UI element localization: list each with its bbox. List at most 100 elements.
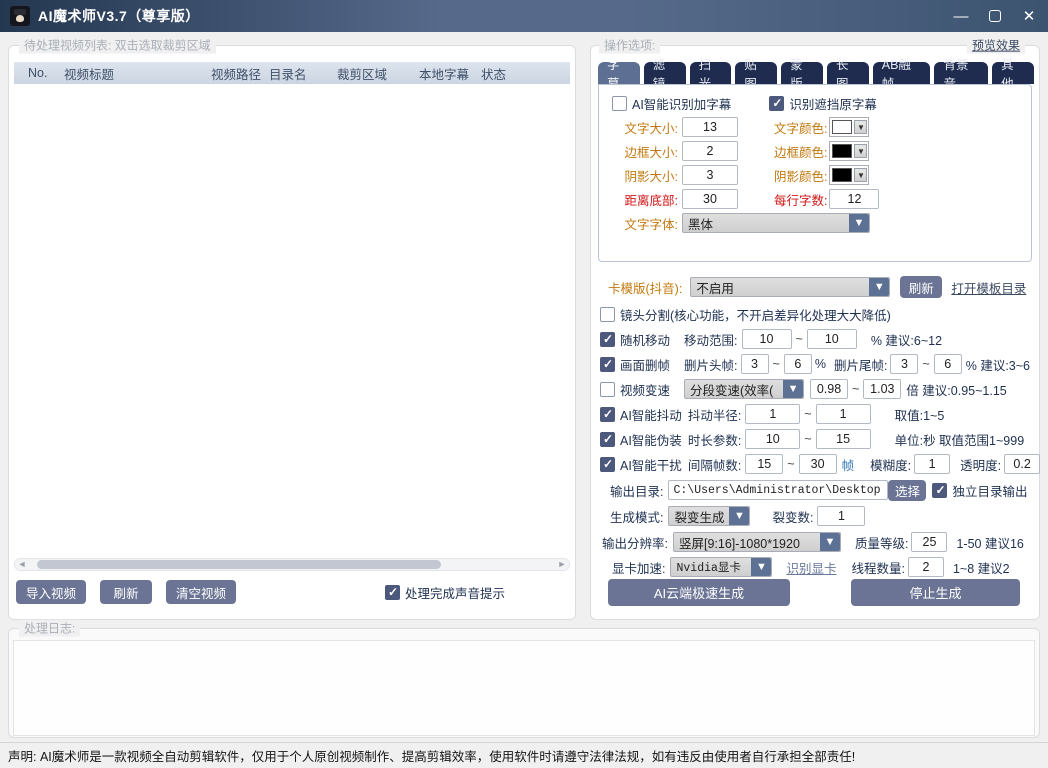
- scroll-thumb[interactable]: [37, 560, 441, 569]
- tab-mask[interactable]: 蒙版: [781, 62, 823, 84]
- del-tail-label: 删片尾帧:: [834, 355, 887, 374]
- lens-split-checkbox[interactable]: 镜头分割(核心功能，不开启差异化处理大大降低): [600, 303, 891, 325]
- speed-change-checkbox-box[interactable]: [600, 382, 615, 397]
- chevron-down-icon[interactable]: ▼: [854, 144, 867, 158]
- scroll-left-icon[interactable]: ◄: [15, 559, 29, 570]
- ai-interfere-checkbox[interactable]: AI智能干扰: [600, 455, 682, 474]
- sound-alert-checkbox[interactable]: 处理完成声音提示: [385, 581, 505, 603]
- refresh-list-button[interactable]: 刷新: [100, 580, 152, 604]
- tab-sticker[interactable]: 贴图: [735, 62, 777, 84]
- jitter-min-input[interactable]: [745, 404, 800, 424]
- font-size-input[interactable]: [682, 117, 738, 137]
- del-tail-max-input[interactable]: [934, 354, 962, 374]
- cloud-generate-button[interactable]: AI云端极速生成: [608, 579, 790, 606]
- tab-sweep-light[interactable]: 扫光: [690, 62, 732, 84]
- tab-subtitle[interactable]: 字幕: [598, 62, 640, 84]
- split-count-input[interactable]: [817, 506, 865, 526]
- chevron-down-icon[interactable]: ▼: [751, 558, 771, 576]
- ai-interfere-checkbox-box[interactable]: [600, 457, 615, 472]
- bottom-distance-input[interactable]: [682, 189, 738, 209]
- chevron-down-icon[interactable]: ▼: [849, 214, 869, 232]
- tab-ab-blend[interactable]: AB融帧: [873, 62, 931, 84]
- import-video-button[interactable]: 导入视频: [16, 580, 86, 604]
- template-refresh-button[interactable]: 刷新: [900, 276, 942, 298]
- ai-disguise-checkbox[interactable]: AI智能伪装: [600, 430, 682, 449]
- tab-filter[interactable]: 滤镜: [644, 62, 686, 84]
- open-template-dir-link[interactable]: 打开模板目录: [951, 278, 1026, 297]
- quality-input[interactable]: [911, 532, 947, 552]
- del-head-min-input[interactable]: [741, 354, 769, 374]
- del-head-max-input[interactable]: [784, 354, 812, 374]
- jitter-max-input[interactable]: [816, 404, 871, 424]
- font-family-select[interactable]: 黑体 ▼: [682, 213, 870, 233]
- chevron-down-icon[interactable]: ▼: [783, 380, 803, 398]
- speed-max-input[interactable]: [863, 379, 901, 399]
- shadow-color-select[interactable]: ▼: [829, 165, 869, 185]
- move-range-min-input[interactable]: [742, 329, 792, 349]
- frame-delete-hint: % 建议:3~6: [966, 355, 1030, 374]
- border-size-input[interactable]: [682, 141, 738, 161]
- video-list-body[interactable]: [14, 84, 570, 554]
- gpu-select[interactable]: Nvidia显卡 ▼: [670, 557, 772, 577]
- font-color-select[interactable]: ▼: [829, 117, 869, 137]
- chevron-down-icon[interactable]: ▼: [729, 507, 749, 525]
- chars-per-line-input[interactable]: [829, 189, 879, 209]
- font-family-value: 黑体: [683, 214, 849, 233]
- chevron-down-icon[interactable]: ▼: [854, 120, 867, 134]
- card-template-select[interactable]: 不启用 ▼: [690, 277, 890, 297]
- horizontal-scrollbar[interactable]: ◄ ►: [14, 558, 570, 571]
- choose-dir-button[interactable]: 选择: [888, 480, 926, 501]
- resolution-label: 输出分辨率:: [602, 533, 668, 552]
- del-tail-min-input[interactable]: [890, 354, 918, 374]
- close-icon[interactable]: ✕: [1020, 7, 1038, 25]
- ai-add-subtitle-checkbox-box[interactable]: [612, 96, 627, 111]
- duration-max-input[interactable]: [816, 429, 871, 449]
- ai-add-subtitle-checkbox[interactable]: AI智能识别加字幕: [612, 94, 731, 113]
- tab-long-image[interactable]: 长图: [827, 62, 869, 84]
- threads-input[interactable]: [908, 557, 944, 577]
- maximize-icon[interactable]: [986, 7, 1004, 25]
- independent-dir-label: 独立目录输出: [952, 481, 1027, 500]
- detect-gpu-link[interactable]: 识别显卡: [786, 558, 836, 577]
- shadow-size-input[interactable]: [682, 165, 738, 185]
- lens-split-checkbox-box[interactable]: [600, 307, 615, 322]
- log-output-area[interactable]: [13, 640, 1035, 736]
- frame-delete-checkbox-box[interactable]: [600, 357, 615, 372]
- ai-disguise-checkbox-box[interactable]: [600, 432, 615, 447]
- random-move-checkbox-box[interactable]: [600, 332, 615, 347]
- speed-mode-value: 分段变速(效率(: [685, 380, 783, 399]
- random-move-checkbox[interactable]: 随机移动: [600, 330, 670, 349]
- cover-original-checkbox[interactable]: 识别遮挡原字幕: [769, 94, 877, 113]
- ai-jitter-checkbox[interactable]: AI智能抖动: [600, 405, 682, 424]
- independent-dir-checkbox-box[interactable]: [932, 483, 947, 498]
- tab-bgm[interactable]: 背景音: [934, 62, 988, 84]
- speed-change-checkbox[interactable]: 视频变速: [600, 380, 670, 399]
- speed-mode-select[interactable]: 分段变速(效率( ▼: [684, 379, 804, 399]
- border-color-select[interactable]: ▼: [829, 141, 869, 161]
- cover-original-checkbox-box[interactable]: [769, 96, 784, 111]
- clear-videos-button[interactable]: 清空视频: [166, 580, 236, 604]
- move-range-max-input[interactable]: [807, 329, 857, 349]
- opacity-input[interactable]: [1004, 454, 1040, 474]
- scroll-right-icon[interactable]: ►: [555, 559, 569, 570]
- sound-alert-checkbox-box[interactable]: [385, 585, 400, 600]
- frame-delete-checkbox[interactable]: 画面删帧: [600, 355, 670, 374]
- stop-generate-button[interactable]: 停止生成: [851, 579, 1020, 606]
- independent-dir-checkbox[interactable]: 独立目录输出: [932, 481, 1027, 500]
- interval-min-input[interactable]: [745, 454, 783, 474]
- chevron-down-icon[interactable]: ▼: [869, 278, 889, 296]
- interval-max-input[interactable]: [799, 454, 837, 474]
- minimize-icon[interactable]: —: [952, 7, 970, 25]
- gen-mode-select[interactable]: 裂变生成 ▼: [668, 506, 750, 526]
- ai-jitter-checkbox-box[interactable]: [600, 407, 615, 422]
- duration-min-input[interactable]: [745, 429, 800, 449]
- preview-effect-link[interactable]: 预览效果: [967, 37, 1025, 54]
- output-dir-input[interactable]: [668, 480, 888, 500]
- tab-other[interactable]: 其他: [992, 62, 1034, 84]
- blur-input[interactable]: [914, 454, 950, 474]
- card-template-label: 卡模版(抖音):: [608, 278, 682, 297]
- resolution-select[interactable]: 竖屏[9:16]-1080*1920 ▼: [673, 532, 841, 552]
- speed-min-input[interactable]: [810, 379, 848, 399]
- chevron-down-icon[interactable]: ▼: [854, 168, 867, 182]
- chevron-down-icon[interactable]: ▼: [820, 533, 840, 551]
